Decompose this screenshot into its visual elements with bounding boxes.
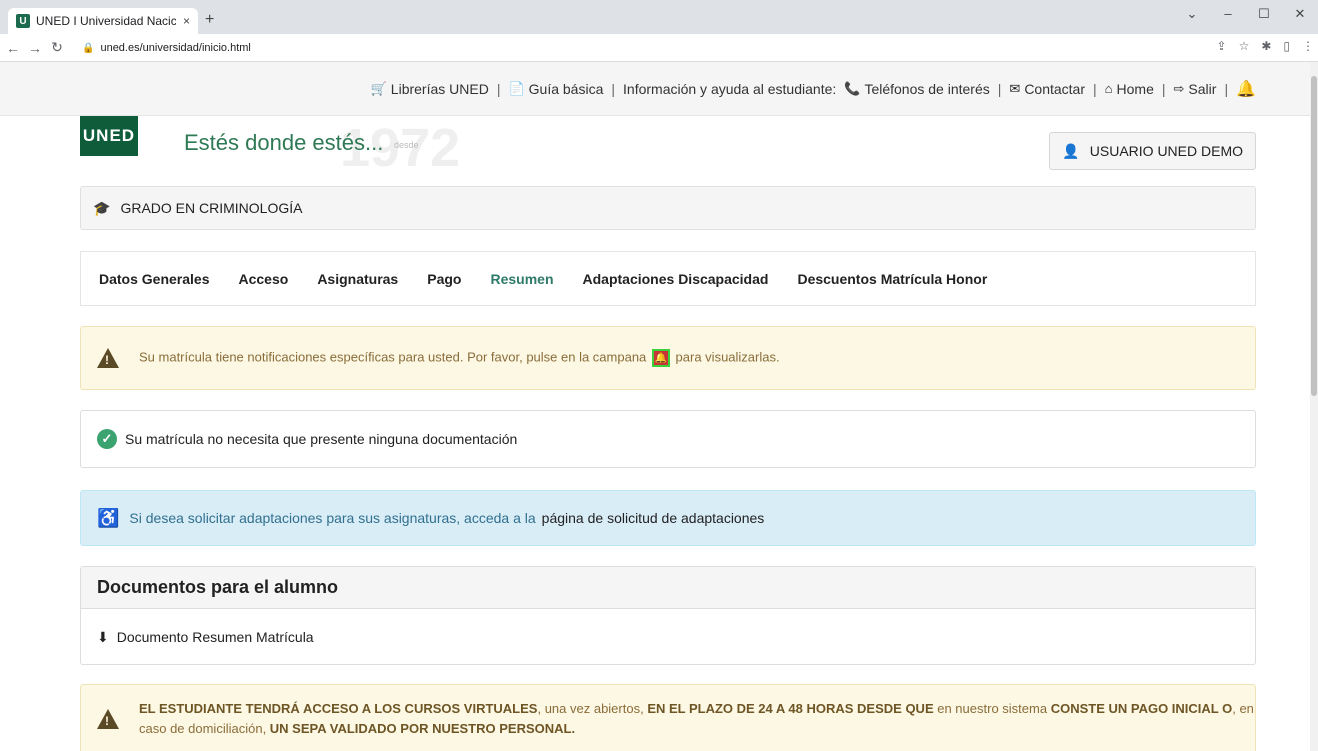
check-circle-icon: ✓ (97, 429, 117, 449)
adaptations-link[interactable]: página de solicitud de adaptaciones (542, 510, 765, 526)
vc-bold-2: EN EL PLAZO DE 24 A 48 HORAS DESDE QUE (647, 701, 934, 716)
degree-label: GRADO EN CRIMINOLOGÍA (120, 200, 303, 216)
minimize-icon[interactable]: – (1210, 6, 1246, 22)
librerias-link[interactable]: 🛒 Librerías UNED (371, 81, 489, 97)
uned-logo[interactable]: UNED (80, 116, 138, 156)
user-button-label: USUARIO UNED DEMO (1089, 143, 1243, 159)
tab-acceso[interactable]: Acceso (239, 271, 289, 287)
tab-resumen[interactable]: Resumen (490, 271, 553, 287)
vc-bold-1: EL ESTUDIANTE TENDRÁ ACCESO A LOS CURSOS… (139, 701, 538, 716)
virtual-courses-alert: EL ESTUDIANTE TENDRÁ ACCESO A LOS CURSOS… (80, 684, 1256, 751)
shopping-cart-icon: 🛒 (370, 80, 387, 96)
graduation-cap-icon: 🎓 (93, 199, 111, 216)
share-icon[interactable]: ⇪ (1217, 39, 1227, 53)
warning-icon (97, 348, 119, 368)
menu-icon[interactable]: ⋮ (1302, 39, 1314, 53)
librerias-label: Librerías UNED (390, 80, 489, 97)
telefonos-label: Teléfonos de interés (864, 80, 990, 97)
vc-text-2: en nuestro sistema (933, 701, 1051, 716)
document-icon: 📄 (508, 80, 525, 96)
notifications-text-post: para visualizarlas. (675, 349, 780, 365)
lock-icon[interactable]: 🔒 (82, 43, 94, 54)
slogan: Estés donde estés... (184, 130, 384, 155)
download-icon: ⬇ (97, 628, 109, 645)
forward-icon[interactable]: → (26, 40, 44, 56)
new-tab-button[interactable]: + (205, 11, 214, 29)
vc-bold-4: UN SEPA VALIDADO POR NUESTRO PERSONAL. (269, 721, 576, 736)
salir-label: Salir (1188, 80, 1217, 97)
url-text[interactable]: uned.es/universidad/inicio.html (100, 42, 250, 54)
tab-close-icon[interactable]: × (183, 14, 190, 28)
documents-panel: Documentos para el alumno ⬇ Documento Re… (80, 566, 1256, 665)
notifications-text: Su matrícula tiene notificaciones especí… (139, 349, 780, 367)
user-button[interactable]: 👤 USUARIO UNED DEMO (1049, 132, 1256, 170)
separator: | (1161, 80, 1166, 97)
wheelchair-icon: ♿ (97, 507, 120, 528)
contactar-link[interactable]: ✉ Contactar (1009, 81, 1085, 97)
sidepanel-icon[interactable]: ▯ (1283, 39, 1290, 53)
contactar-label: Contactar (1024, 80, 1086, 97)
info-label: Información y ayuda al estudiante: (623, 80, 837, 97)
reload-icon[interactable]: ↻ (48, 39, 66, 56)
enrollment-tabs: Datos Generales Acceso Asignaturas Pago … (80, 251, 1256, 306)
separator: | (611, 80, 616, 97)
home-label: Home (1116, 80, 1154, 97)
documentation-status: ✓ Su matrícula no necesita que presente … (80, 410, 1256, 468)
toolbar-actions: ⇪ ☆ ✱ ▯ ⋮ (1217, 39, 1315, 53)
page-scrollbar-thumb[interactable] (1311, 76, 1317, 396)
telefonos-link[interactable]: 📞 Teléfonos de interés (844, 81, 990, 97)
tab-pago[interactable]: Pago (427, 271, 461, 287)
warning-icon (97, 709, 119, 729)
maximize-icon[interactable]: ☐ (1246, 6, 1282, 22)
browser-tabstrip: U UNED I Universidad Nacic × + ⌄ – ☐ ✕ (0, 0, 1318, 34)
logout-icon: ⇨ (1173, 80, 1185, 96)
tab-descuentos[interactable]: Descuentos Matrícula Honor (797, 271, 987, 287)
bookmark-star-icon[interactable]: ☆ (1239, 39, 1250, 53)
virtual-courses-text: EL ESTUDIANTE TENDRÁ ACCESO A LOS CURSOS… (139, 699, 1255, 739)
top-utility-bar: 🛒 Librerías UNED | 📄 Guía básica | Infor… (0, 62, 1310, 116)
back-icon[interactable]: ← (4, 40, 22, 56)
uned-favicon-icon: U (16, 14, 30, 28)
desde-label: desde (394, 140, 419, 150)
separator: | (496, 80, 501, 97)
documents-panel-body: ⬇ Documento Resumen Matrícula (81, 609, 1255, 665)
tab-adaptaciones[interactable]: Adaptaciones Discapacidad (583, 271, 769, 287)
home-link[interactable]: ⌂ Home (1105, 81, 1154, 97)
guia-link[interactable]: 📄 Guía básica (508, 81, 603, 97)
salir-link[interactable]: ⇨ Salir (1174, 81, 1217, 97)
adaptations-text: Si desea solicitar adaptaciones para sus… (129, 510, 536, 526)
resumen-document-link[interactable]: Documento Resumen Matrícula (117, 629, 314, 645)
page-content: 🛒 Librerías UNED | 📄 Guía básica | Infor… (0, 62, 1310, 751)
envelope-icon: ✉ (1009, 80, 1021, 96)
tab-title: UNED I Universidad Nacic (36, 14, 176, 28)
extensions-icon[interactable]: ✱ (1261, 39, 1271, 53)
notifications-alert: Su matrícula tiene notificaciones especí… (80, 326, 1256, 390)
home-icon: ⌂ (1104, 81, 1113, 96)
adaptations-alert: ♿ Si desea solicitar adaptaciones para s… (80, 490, 1256, 546)
browser-toolbar: ← → ↻ 🔒 uned.es/universidad/inicio.html … (0, 34, 1318, 62)
window-controls: ⌄ – ☐ ✕ (1174, 6, 1318, 22)
phone-icon: 📞 (844, 80, 861, 96)
address-bar[interactable]: 🔒 uned.es/universidad/inicio.html (82, 37, 1222, 59)
vc-bold-3: CONSTE UN PAGO INICIAL O (1050, 701, 1233, 716)
tab-asignaturas[interactable]: Asignaturas (317, 271, 398, 287)
bell-button-icon[interactable]: 🔔 (651, 349, 670, 367)
close-window-icon[interactable]: ✕ (1282, 6, 1318, 22)
guia-label: Guía básica (528, 80, 604, 97)
degree-bar: 🎓 GRADO EN CRIMINOLOGÍA (80, 186, 1256, 230)
vc-text-1: , una vez abiertos, (537, 701, 648, 716)
browser-tab[interactable]: U UNED I Universidad Nacic × (8, 8, 198, 34)
separator: | (1224, 80, 1229, 97)
site-header: 1972 UNED Estés donde estés... desde 👤 U… (80, 116, 1256, 180)
separator: | (997, 80, 1002, 97)
user-icon: 👤 (1062, 142, 1080, 159)
notifications-text-pre: Su matrícula tiene notificaciones especí… (139, 349, 647, 365)
tab-search-icon[interactable]: ⌄ (1174, 6, 1210, 22)
documentation-status-text: Su matrícula no necesita que presente ni… (125, 431, 518, 447)
tab-datos-generales[interactable]: Datos Generales (99, 271, 210, 287)
documents-panel-title: Documentos para el alumno (81, 567, 1255, 609)
notification-bell-icon[interactable]: 🔔 (1236, 79, 1256, 99)
separator: | (1093, 80, 1097, 97)
